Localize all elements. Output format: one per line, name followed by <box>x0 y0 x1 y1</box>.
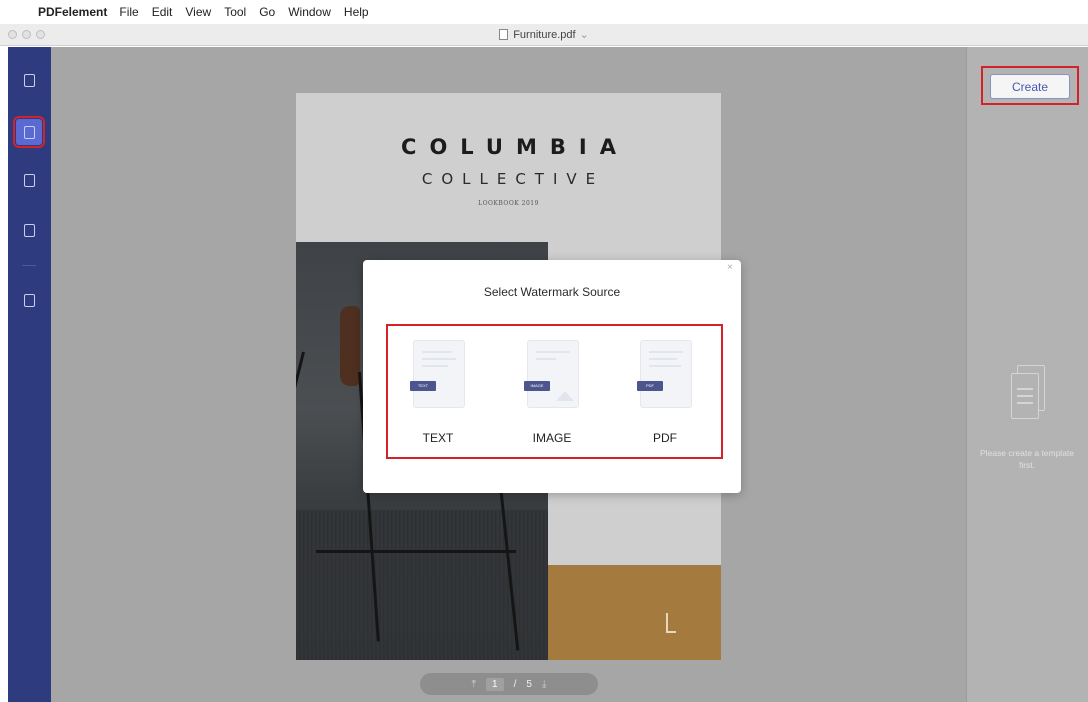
chair-seat <box>340 306 360 386</box>
pdf-tag: PDF <box>637 381 663 391</box>
create-button[interactable]: Create <box>990 74 1070 99</box>
thumb-line <box>422 351 452 353</box>
page-caption: LOOKBOOK 2019 <box>478 200 539 207</box>
document-number-icon <box>23 293 35 307</box>
watermark-source-image[interactable]: IMAGE IMAGE <box>507 340 597 450</box>
menu-view[interactable]: View <box>185 5 211 19</box>
toolbar-watermark-tool[interactable] <box>13 116 45 148</box>
empty-template-hint: Please create a template first. <box>979 448 1075 470</box>
total-pages: 5 <box>526 678 532 690</box>
pdf-file-icon <box>499 29 509 40</box>
thumb-line <box>649 358 677 360</box>
menu-tool[interactable]: Tool <box>224 5 246 19</box>
page-separator: / <box>513 678 517 690</box>
current-page-input[interactable]: 1 <box>486 677 504 691</box>
thumb-line <box>422 358 456 360</box>
window-titlebar: Furniture.pdf ⌄ <box>0 24 1088 46</box>
thumb-line <box>649 365 681 367</box>
dialog-title: Select Watermark Source <box>483 285 621 299</box>
text-tag: TEXT <box>410 381 436 391</box>
toolbar-bates-tool[interactable] <box>16 287 42 313</box>
document-title[interactable]: Furniture.pdf ⌄ <box>0 28 1088 41</box>
empty-template-icon <box>1011 365 1047 425</box>
page-title: COLUMBIA <box>401 135 629 159</box>
chair-logo-icon <box>666 613 676 633</box>
chair-rung <box>316 550 516 553</box>
chevron-down-icon: ⌄ <box>579 29 589 41</box>
page-subtitle: COLLECTIVE <box>421 170 605 188</box>
toolbar-header-footer-tool[interactable] <box>16 217 42 243</box>
text-source-label: TEXT <box>422 431 454 445</box>
first-page-icon[interactable]: ⤒ <box>472 679 476 690</box>
text-source-icon: TEXT <box>410 340 465 408</box>
mountain-icon <box>556 391 574 401</box>
thumb-line <box>649 351 683 353</box>
thumb-line <box>536 358 556 360</box>
dialog-close-icon[interactable]: × <box>727 262 733 273</box>
document-title-text: Furniture.pdf <box>513 29 576 41</box>
toolbar-divider <box>22 265 36 266</box>
menu-go[interactable]: Go <box>259 5 275 19</box>
page-navigator: ⤒ 1 / 5 ⤓ <box>420 673 598 695</box>
watermark-source-text[interactable]: TEXT TEXT <box>393 340 483 450</box>
toolbar-background-tool[interactable] <box>16 167 42 193</box>
watermark-source-pdf[interactable]: PDF PDF <box>620 340 710 450</box>
document-icon <box>23 173 35 187</box>
close-box-icon <box>23 73 35 87</box>
menu-help[interactable]: Help <box>344 5 369 19</box>
last-page-icon[interactable]: ⤓ <box>542 679 546 690</box>
toolbar-close-tool[interactable] <box>16 67 42 93</box>
thumb-line <box>536 351 570 353</box>
thumb-line <box>422 365 448 367</box>
accent-block <box>548 565 721 660</box>
pdf-source-label: PDF <box>653 431 677 445</box>
menu-file[interactable]: File <box>119 5 138 19</box>
page-icon <box>23 223 35 237</box>
pdf-source-icon: PDF <box>637 340 692 408</box>
menu-edit[interactable]: Edit <box>152 5 173 19</box>
sheet-line <box>1017 402 1033 404</box>
menu-bar: PDFelement File Edit View Tool Go Window… <box>0 0 1088 24</box>
sheet-line <box>1017 395 1033 397</box>
menu-window[interactable]: Window <box>288 5 331 19</box>
document-edit-icon <box>23 125 35 139</box>
image-source-label: IMAGE <box>532 431 572 445</box>
sheet-line <box>1017 388 1033 390</box>
menu-app-name[interactable]: PDFelement <box>38 5 107 19</box>
left-toolbar <box>8 47 51 702</box>
sheet-front <box>1011 373 1039 419</box>
image-source-icon: IMAGE <box>524 340 579 408</box>
image-tag: IMAGE <box>524 381 550 391</box>
